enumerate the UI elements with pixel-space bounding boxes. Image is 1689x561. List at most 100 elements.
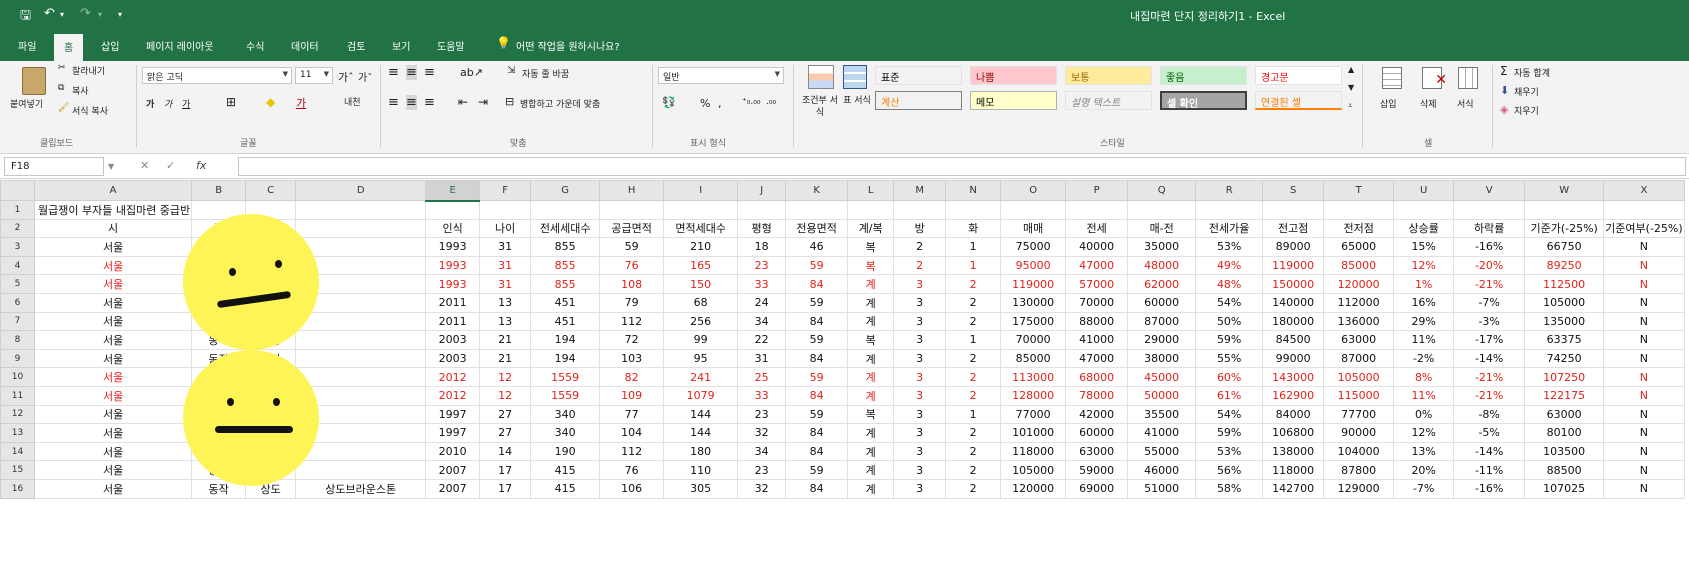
cell[interactable] xyxy=(599,200,665,220)
cell[interactable]: 31 xyxy=(479,237,532,257)
cell[interactable]: 계 xyxy=(847,367,895,387)
cell[interactable]: -16% xyxy=(1453,237,1526,257)
column-header-a[interactable]: A xyxy=(33,180,193,201)
header-cell[interactable]: 기준가(-25%) xyxy=(1524,218,1605,239)
cell[interactable] xyxy=(1195,200,1264,220)
cell-style-note[interactable]: 메모 xyxy=(970,91,1057,110)
header-cell[interactable]: 전저점 xyxy=(1323,218,1395,239)
cell[interactable]: 143000 xyxy=(1262,367,1325,387)
cell[interactable]: 104000 xyxy=(1323,441,1395,462)
cell[interactable]: -7% xyxy=(1393,478,1455,499)
cell[interactable]: 63000 xyxy=(1323,330,1395,350)
cell[interactable]: 2 xyxy=(945,348,1002,369)
font-color-icon[interactable]: 가 xyxy=(296,95,306,111)
cell[interactable]: 서울 xyxy=(33,311,193,332)
cell[interactable]: 74250 xyxy=(1524,348,1605,369)
cell[interactable] xyxy=(1603,200,1685,220)
row-header[interactable]: 8 xyxy=(0,330,35,350)
cell[interactable]: 59% xyxy=(1195,423,1264,443)
increase-decimal-icon[interactable]: ⁺₀.₀₀ xyxy=(742,97,760,107)
grow-font-icon[interactable]: 가ˆ xyxy=(338,69,354,85)
cell[interactable]: 3 xyxy=(893,441,947,462)
select-all-corner[interactable] xyxy=(0,180,35,201)
cell[interactable]: 2010 xyxy=(425,441,481,462)
wrap-text-button[interactable]: 자동 줄 바꿈 xyxy=(522,67,569,80)
cell[interactable]: 복 xyxy=(847,237,895,257)
column-header-i[interactable]: I xyxy=(663,180,739,201)
cell[interactable]: 59 xyxy=(785,292,849,313)
cell[interactable]: 107025 xyxy=(1524,478,1605,499)
cell[interactable]: 112500 xyxy=(1524,274,1605,294)
cell[interactable]: 2011 xyxy=(425,292,481,313)
cell[interactable]: 3 xyxy=(893,311,947,332)
cell[interactable]: 140000 xyxy=(1262,292,1325,313)
undo-icon[interactable]: ↶ xyxy=(44,6,55,21)
format-as-table-icon[interactable] xyxy=(843,65,867,89)
cell[interactable]: 3 xyxy=(893,367,947,387)
cell[interactable]: 60000 xyxy=(1065,423,1129,443)
header-cell[interactable]: 나이 xyxy=(479,218,532,239)
cell[interactable]: 120000 xyxy=(1000,478,1067,499)
row-header[interactable]: 9 xyxy=(0,348,35,369)
cell[interactable]: 서울 xyxy=(33,385,193,406)
cell[interactable] xyxy=(1453,200,1526,220)
cell[interactable]: -3% xyxy=(1453,311,1526,332)
cell-style-good[interactable]: 좋음 xyxy=(1160,66,1247,85)
row-header[interactable]: 4 xyxy=(0,255,35,276)
cell[interactable]: N xyxy=(1603,348,1685,369)
row-header[interactable]: 15 xyxy=(0,460,35,480)
cell[interactable] xyxy=(479,200,532,220)
column-header-n[interactable]: N xyxy=(945,180,1002,201)
cell[interactable]: 84 xyxy=(785,441,849,462)
cell[interactable] xyxy=(530,200,601,220)
cell[interactable]: 59 xyxy=(785,404,849,425)
column-header-h[interactable]: H xyxy=(599,180,665,201)
row-header[interactable]: 12 xyxy=(0,404,35,425)
cell[interactable]: 20% xyxy=(1393,460,1455,480)
header-cell[interactable] xyxy=(295,218,427,239)
cell[interactable]: 24 xyxy=(737,292,787,313)
format-as-table-button[interactable]: 표 서식 xyxy=(842,95,872,107)
cell[interactable]: 54% xyxy=(1195,292,1264,313)
row-header[interactable]: 5 xyxy=(0,274,35,294)
conditional-formatting-button[interactable]: 조건부 서식 xyxy=(800,95,840,119)
cell[interactable]: 340 xyxy=(530,404,601,425)
name-box-dropdown-icon[interactable]: ▼ xyxy=(108,162,114,171)
cell[interactable]: 1997 xyxy=(425,404,481,425)
cell[interactable]: 13 xyxy=(479,292,532,313)
cell[interactable]: N xyxy=(1603,292,1685,313)
styles-more-icon[interactable]: ⩡ xyxy=(1348,101,1353,111)
cell[interactable]: 59% xyxy=(1195,330,1264,350)
row-header[interactable]: 10 xyxy=(0,367,35,387)
customize-toolbar-icon[interactable]: ▾ xyxy=(118,10,122,19)
cell[interactable]: 95 xyxy=(663,348,739,369)
cell[interactable]: 130000 xyxy=(1000,292,1067,313)
autosum-icon[interactable]: Σ xyxy=(1500,64,1508,78)
cell[interactable]: 0% xyxy=(1393,404,1455,425)
cell[interactable]: 22 xyxy=(737,330,787,350)
cell[interactable]: 113000 xyxy=(1000,367,1067,387)
column-header-t[interactable]: T xyxy=(1323,180,1395,201)
conditional-formatting-icon[interactable] xyxy=(808,65,834,89)
cell[interactable]: 2 xyxy=(945,385,1002,406)
cell[interactable]: 서울 xyxy=(33,292,193,313)
cell[interactable]: 241 xyxy=(663,367,739,387)
cell[interactable]: 105000 xyxy=(1000,460,1067,480)
cell[interactable]: 105000 xyxy=(1323,367,1395,387)
cell[interactable]: 106 xyxy=(599,478,665,499)
cell[interactable]: 48000 xyxy=(1127,255,1197,276)
cell[interactable]: 87000 xyxy=(1323,348,1395,369)
delete-cells-icon[interactable]: ✕ xyxy=(1422,67,1447,89)
cell[interactable]: 2 xyxy=(945,274,1002,294)
cell[interactable]: 101000 xyxy=(1000,423,1067,443)
cell[interactable]: 63375 xyxy=(1524,330,1605,350)
cell[interactable]: 33 xyxy=(737,385,787,406)
header-cell[interactable]: 화 xyxy=(945,218,1002,239)
cell[interactable]: -21% xyxy=(1453,367,1526,387)
cell[interactable]: 78000 xyxy=(1065,385,1129,406)
tab-page-layout[interactable]: 페이지 레이아웃 xyxy=(146,38,214,53)
cell[interactable]: 55% xyxy=(1195,348,1264,369)
accounting-format-icon[interactable]: 💱 xyxy=(662,96,676,109)
cell[interactable] xyxy=(1065,200,1129,220)
cell[interactable]: 118000 xyxy=(1262,460,1325,480)
